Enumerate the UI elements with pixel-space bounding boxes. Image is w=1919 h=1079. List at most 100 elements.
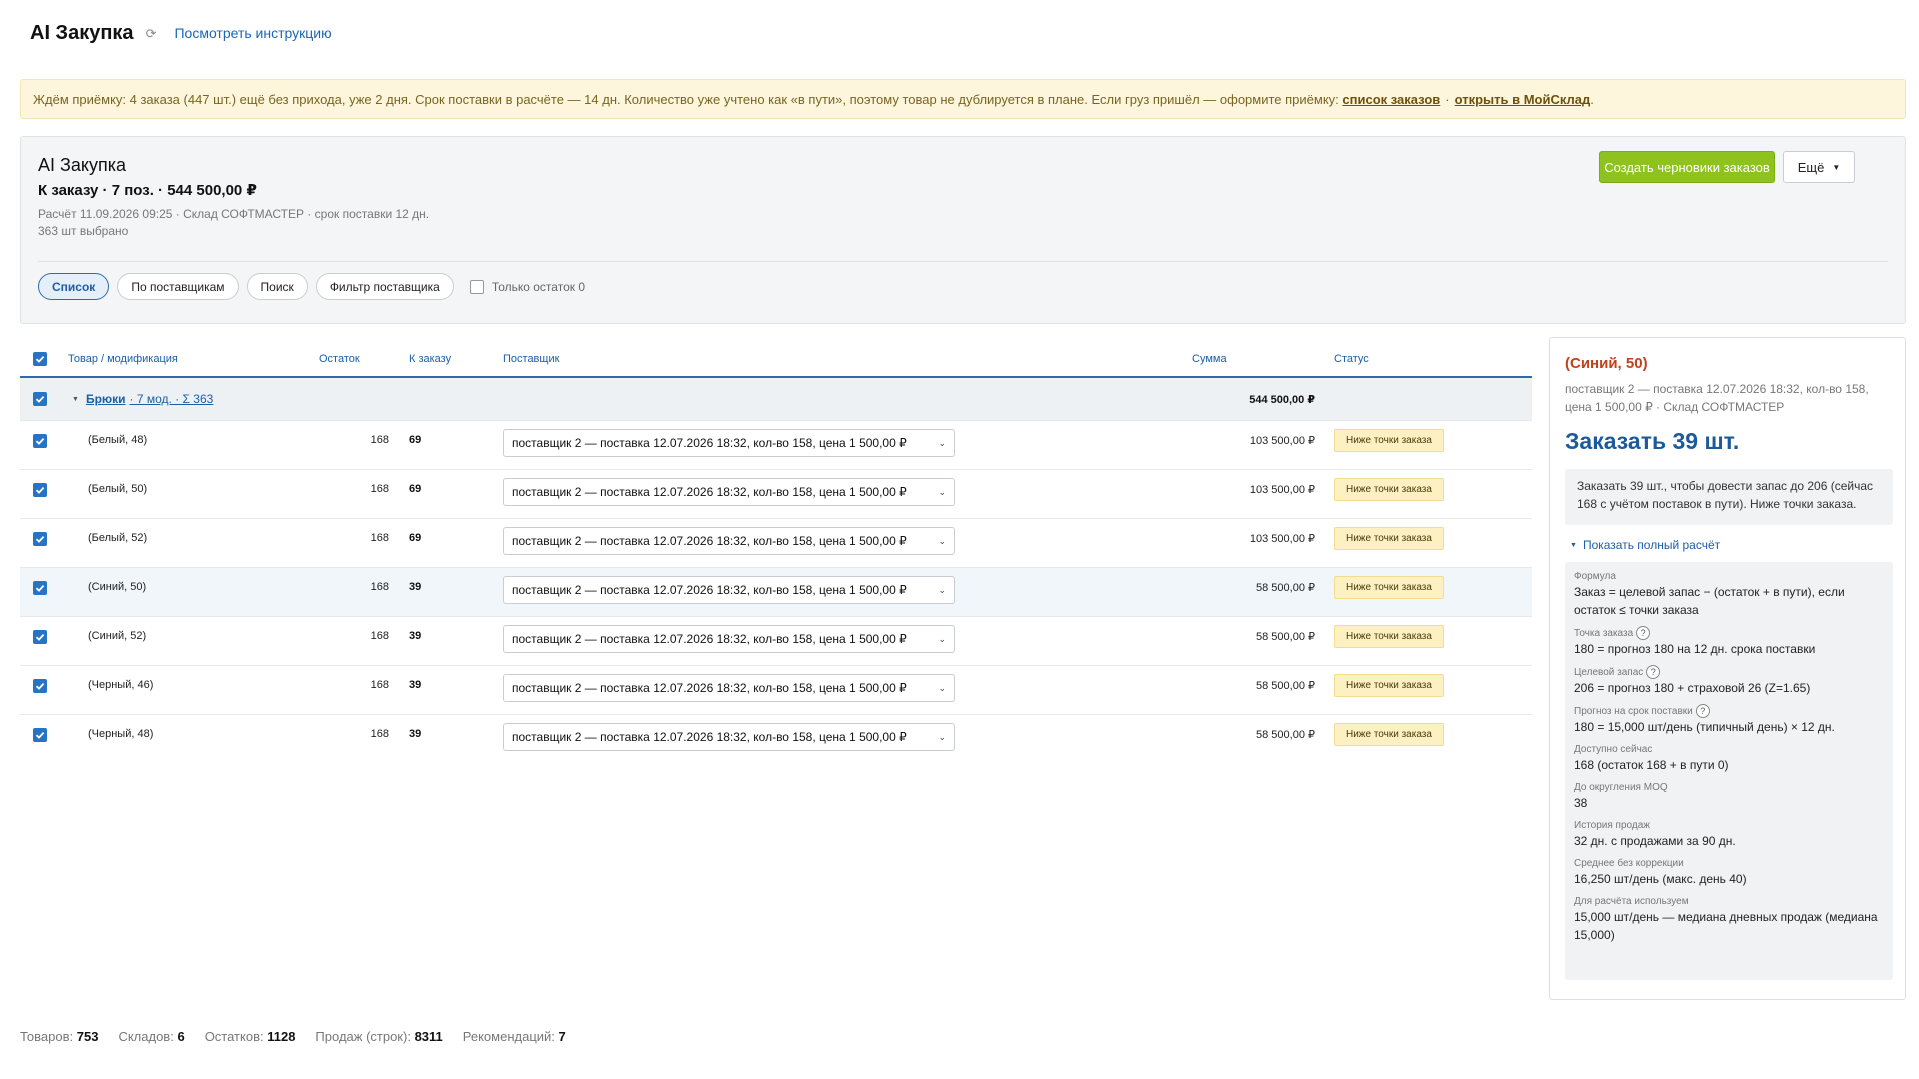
calc-label: Целевой запас?: [1574, 665, 1884, 679]
calc-item: Доступно сейчас 168 (остаток 168 + в пут…: [1574, 743, 1884, 774]
chevron-down-icon: ⌄: [938, 731, 946, 742]
item-name: (Белый, 50): [88, 483, 148, 495]
tab-by-supplier[interactable]: По поставщикам: [117, 273, 239, 300]
stat-label: Продаж (строк):: [315, 1029, 411, 1044]
item-stock: 168: [370, 434, 389, 446]
col-product[interactable]: Товар / модификация: [68, 353, 178, 365]
supplier-select[interactable]: поставщик 2 — поставка 12.07.2026 18:32,…: [503, 674, 955, 702]
group-row[interactable]: ▼ Брюки · 7 мод. · Σ 363 544 500,00 ₽: [20, 378, 1532, 421]
summary-subtitle: К заказу · 7 поз. · 544 500,00 ₽: [38, 182, 257, 199]
chevron-down-icon: ⌄: [938, 584, 946, 595]
item-order-qty: 39: [409, 728, 422, 740]
stat-value: 7: [558, 1029, 566, 1044]
tab-list[interactable]: Список: [38, 273, 110, 300]
footer-stats: Товаров: 753 Складов: 6 Остатков: 1128 П…: [20, 1029, 566, 1044]
only-zero-stock-checkbox[interactable]: [469, 279, 484, 294]
group-collapse-icon[interactable]: ▼: [72, 396, 79, 403]
supplier-select[interactable]: поставщик 2 — поставка 12.07.2026 18:32,…: [503, 429, 955, 457]
status-badge: Ниже точки заказа: [1334, 723, 1444, 746]
tab-supplier-filter[interactable]: Фильтр поставщика: [315, 273, 454, 300]
item-sum: 103 500,00 ₽: [1249, 484, 1315, 496]
only-zero-stock-filter[interactable]: Только остаток 0: [469, 279, 585, 294]
calc-label: До округления MOQ: [1574, 781, 1884, 794]
detail-panel: (Синий, 50) поставщик 2 — поставка 12.07…: [1549, 337, 1906, 1000]
table-row[interactable]: (Черный, 48) 168 39 поставщик 2 — постав…: [20, 715, 1532, 764]
calc-value: 16,250 шт/день (макс. день 40): [1574, 872, 1747, 886]
supplier-select[interactable]: поставщик 2 — поставка 12.07.2026 18:32,…: [503, 576, 955, 604]
item-stock: 168: [370, 728, 389, 740]
banner-separator: ·: [1445, 91, 1450, 107]
calc-value: 180 = прогноз 180 на 12 дн. срока постав…: [1574, 642, 1816, 656]
calc-label-text: Целевой запас: [1574, 666, 1644, 678]
item-name: (Синий, 50): [88, 581, 147, 593]
row-checkbox[interactable]: [33, 434, 47, 448]
stat-products: Товаров: 753: [20, 1029, 98, 1044]
orders-list-link[interactable]: список заказов: [1342, 92, 1440, 107]
selected-count: 363 шт выбрано: [38, 224, 129, 238]
tab-search[interactable]: Поиск: [246, 273, 308, 300]
app-title: AI Закупка: [30, 21, 134, 44]
row-checkbox[interactable]: [33, 581, 47, 595]
stat-warehouses: Складов: 6: [118, 1029, 184, 1044]
refresh-icon[interactable]: ⟳: [146, 27, 157, 40]
supplier-select[interactable]: поставщик 2 — поставка 12.07.2026 18:32,…: [503, 625, 955, 653]
col-supplier[interactable]: Поставщик: [503, 353, 559, 365]
stat-stocks: Остатков: 1128: [205, 1029, 296, 1044]
row-checkbox[interactable]: [33, 728, 47, 742]
item-stock: 168: [370, 532, 389, 544]
recommendations-table: Товар / модификация Остаток К заказу Пос…: [20, 340, 1532, 764]
col-status[interactable]: Статус: [1334, 353, 1369, 365]
row-checkbox[interactable]: [33, 532, 47, 546]
supplier-select[interactable]: поставщик 2 — поставка 12.07.2026 18:32,…: [503, 527, 955, 555]
calc-label-text: История продаж: [1574, 820, 1650, 831]
row-checkbox[interactable]: [33, 679, 47, 693]
calc-label-text: Среднее без коррекции: [1574, 858, 1684, 869]
table-row[interactable]: (Белый, 48) 168 69 поставщик 2 — поставк…: [20, 421, 1532, 470]
status-badge: Ниже точки заказа: [1334, 674, 1444, 697]
row-checkbox[interactable]: [33, 483, 47, 497]
calc-item: До округления MOQ 38: [1574, 781, 1884, 812]
table-row-selected[interactable]: (Синий, 50) 168 39 поставщик 2 — поставк…: [20, 568, 1532, 617]
row-checkbox[interactable]: [33, 630, 47, 644]
supplier-select[interactable]: поставщик 2 — поставка 12.07.2026 18:32,…: [503, 478, 955, 506]
help-link[interactable]: Посмотреть инструкцию: [174, 25, 331, 41]
col-sum[interactable]: Сумма: [1192, 353, 1227, 365]
calc-value: 15,000 шт/день — медиана дневных продаж …: [1574, 910, 1878, 942]
help-icon[interactable]: ?: [1695, 704, 1710, 718]
group-name[interactable]: Брюки: [86, 392, 126, 406]
calc-item: История продаж 32 дн. с продажами за 90 …: [1574, 819, 1884, 850]
group-checkbox[interactable]: [33, 392, 47, 406]
col-to-order[interactable]: К заказу: [409, 353, 451, 365]
status-badge: Ниже точки заказа: [1334, 429, 1444, 452]
supplier-select-value: поставщик 2 — поставка 12.07.2026 18:32,…: [512, 485, 907, 499]
status-badge: Ниже точки заказа: [1334, 478, 1444, 501]
table-row[interactable]: (Черный, 46) 168 39 поставщик 2 — постав…: [20, 666, 1532, 715]
table-row[interactable]: (Белый, 50) 168 69 поставщик 2 — поставк…: [20, 470, 1532, 519]
item-name: (Синий, 52): [88, 630, 147, 642]
col-stock[interactable]: Остаток: [319, 353, 360, 365]
item-order-qty: 39: [409, 581, 422, 593]
more-button[interactable]: Ещё ▼: [1783, 151, 1855, 183]
select-all-checkbox[interactable]: [33, 352, 47, 366]
detail-note: Заказать 39 шт., чтобы довести запас до …: [1565, 469, 1893, 525]
supplier-select[interactable]: поставщик 2 — поставка 12.07.2026 18:32,…: [503, 723, 955, 751]
calc-value: 206 = прогноз 180 + страховой 26 (Z=1.65…: [1574, 681, 1811, 695]
help-icon[interactable]: ?: [1636, 626, 1651, 640]
calc-label: Формула: [1574, 570, 1884, 583]
stat-value: 6: [177, 1029, 185, 1044]
help-icon[interactable]: ?: [1646, 665, 1661, 679]
calc-value: 32 дн. с продажами за 90 дн.: [1574, 834, 1736, 848]
create-drafts-button[interactable]: Создать черновики заказов: [1599, 151, 1775, 183]
open-moysklad-link[interactable]: открыть в МойСклад: [1455, 92, 1591, 107]
table-row[interactable]: (Белый, 52) 168 69 поставщик 2 — поставк…: [20, 519, 1532, 568]
item-sum: 103 500,00 ₽: [1249, 435, 1315, 447]
group-meta[interactable]: · 7 мод. · Σ 363: [130, 392, 214, 406]
table-row[interactable]: (Синий, 52) 168 39 поставщик 2 — поставк…: [20, 617, 1532, 666]
item-sum: 58 500,00 ₽: [1256, 680, 1315, 692]
calc-item: Формула Заказ = целевой запас − (остаток…: [1574, 570, 1884, 619]
calc-meta: Расчёт 11.09.2026 09:25 · Склад СОФТМАСТ…: [38, 207, 430, 221]
show-full-calc-toggle[interactable]: ▼ Показать полный расчёт: [1570, 538, 1720, 552]
group-label: ▼ Брюки · 7 мод. · Σ 363: [72, 392, 213, 406]
calc-label: Прогноз на срок поставки?: [1574, 704, 1884, 718]
table-header: Товар / модификация Остаток К заказу Пос…: [20, 340, 1532, 378]
